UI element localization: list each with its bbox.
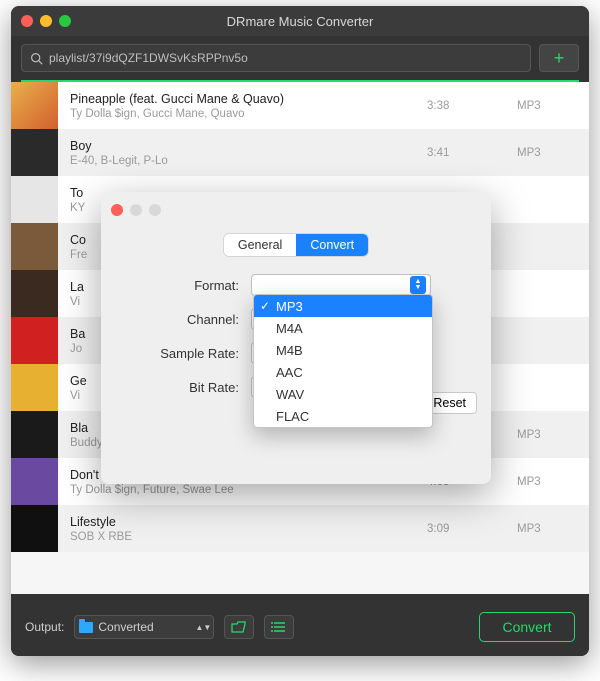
- list-icon: [271, 621, 287, 633]
- album-art: [11, 458, 58, 505]
- track-title: Lifestyle: [70, 515, 427, 529]
- select-format[interactable]: ▲▼: [251, 274, 431, 296]
- album-art: [11, 223, 58, 270]
- folder-icon: [79, 622, 93, 633]
- window-title: DRmare Music Converter: [11, 14, 589, 29]
- dialog-tabs: General Convert: [101, 234, 491, 256]
- format-dropdown: MP3 M4A M4B AAC WAV FLAC: [253, 294, 433, 428]
- track-row[interactable]: Boy E-40, B-Legit, P-Lo 3:41 MP3: [11, 129, 589, 176]
- track-duration: 3:41: [427, 147, 517, 159]
- album-art: [11, 176, 58, 223]
- tab-convert[interactable]: Convert: [296, 234, 368, 256]
- format-option[interactable]: M4B: [254, 339, 432, 361]
- folder-open-icon: [231, 621, 247, 633]
- label-channel: Channel:: [131, 312, 251, 327]
- album-art: [11, 505, 58, 552]
- settings-dialog: General Convert Format: ▲▼ Channel: ▲▼ S…: [101, 192, 491, 484]
- track-artist: SOB X RBE: [70, 531, 427, 543]
- dialog-minimize-icon: [130, 204, 142, 216]
- bottom-bar: Output: Converted ▲▼ Convert: [11, 598, 589, 656]
- close-icon[interactable]: [21, 15, 33, 27]
- format-option[interactable]: M4A: [254, 317, 432, 339]
- track-row[interactable]: Lifestyle SOB X RBE 3:09 MP3: [11, 505, 589, 552]
- open-folder-button[interactable]: [224, 615, 254, 639]
- album-art: [11, 82, 58, 129]
- track-title: Pineapple (feat. Gucci Mane & Quavo): [70, 92, 427, 106]
- format-option[interactable]: WAV: [254, 383, 432, 405]
- track-format: MP3: [517, 147, 577, 159]
- track-artist: E-40, B-Legit, P-Lo: [70, 155, 427, 167]
- track-format: MP3: [517, 429, 577, 441]
- zoom-icon[interactable]: [59, 15, 71, 27]
- convert-button[interactable]: Convert: [479, 612, 575, 642]
- format-option[interactable]: FLAC: [254, 405, 432, 427]
- search-input[interactable]: playlist/37i9dQZF1DWSvKsRPPnv5o: [21, 44, 531, 72]
- chevron-updown-icon: ▲▼: [199, 625, 207, 630]
- add-button[interactable]: +: [539, 44, 579, 72]
- album-art: [11, 317, 58, 364]
- label-sample-rate: Sample Rate:: [131, 346, 251, 361]
- album-art: [11, 129, 58, 176]
- track-format: MP3: [517, 100, 577, 112]
- app-window: DRmare Music Converter playlist/37i9dQZF…: [11, 6, 589, 656]
- track-artist: Ty Dolla $ign, Future, Swae Lee: [70, 484, 427, 496]
- album-art: [11, 270, 58, 317]
- toolbar: playlist/37i9dQZF1DWSvKsRPPnv5o +: [11, 36, 589, 80]
- output-folder-select[interactable]: Converted ▲▼: [74, 615, 214, 639]
- format-option[interactable]: AAC: [254, 361, 432, 383]
- search-icon: [30, 52, 43, 65]
- dialog-close-icon[interactable]: [111, 204, 123, 216]
- window-controls: [21, 15, 71, 27]
- track-artist: Ty Dolla $ign, Gucci Mane, Quavo: [70, 108, 427, 120]
- tab-general[interactable]: General: [224, 234, 296, 256]
- dialog-titlebar: [101, 192, 491, 228]
- album-art: [11, 411, 58, 458]
- search-value: playlist/37i9dQZF1DWSvKsRPPnv5o: [49, 51, 248, 65]
- dialog-zoom-icon: [149, 204, 161, 216]
- label-format: Format:: [131, 278, 251, 293]
- track-format: MP3: [517, 523, 577, 535]
- list-button[interactable]: [264, 615, 294, 639]
- titlebar: DRmare Music Converter: [11, 6, 589, 36]
- track-duration: 3:09: [427, 523, 517, 535]
- track-row[interactable]: Pineapple (feat. Gucci Mane & Quavo) Ty …: [11, 82, 589, 129]
- minimize-icon[interactable]: [40, 15, 52, 27]
- plus-icon: +: [554, 48, 565, 69]
- output-folder-name: Converted: [98, 620, 153, 634]
- track-format: MP3: [517, 476, 577, 488]
- label-bit-rate: Bit Rate:: [131, 380, 251, 395]
- track-duration: 3:38: [427, 100, 517, 112]
- output-label: Output:: [25, 620, 64, 634]
- album-art: [11, 364, 58, 411]
- chevron-updown-icon: ▲▼: [410, 276, 426, 294]
- convert-label: Convert: [502, 619, 551, 635]
- track-title: Boy: [70, 139, 427, 153]
- format-option[interactable]: MP3: [254, 295, 432, 317]
